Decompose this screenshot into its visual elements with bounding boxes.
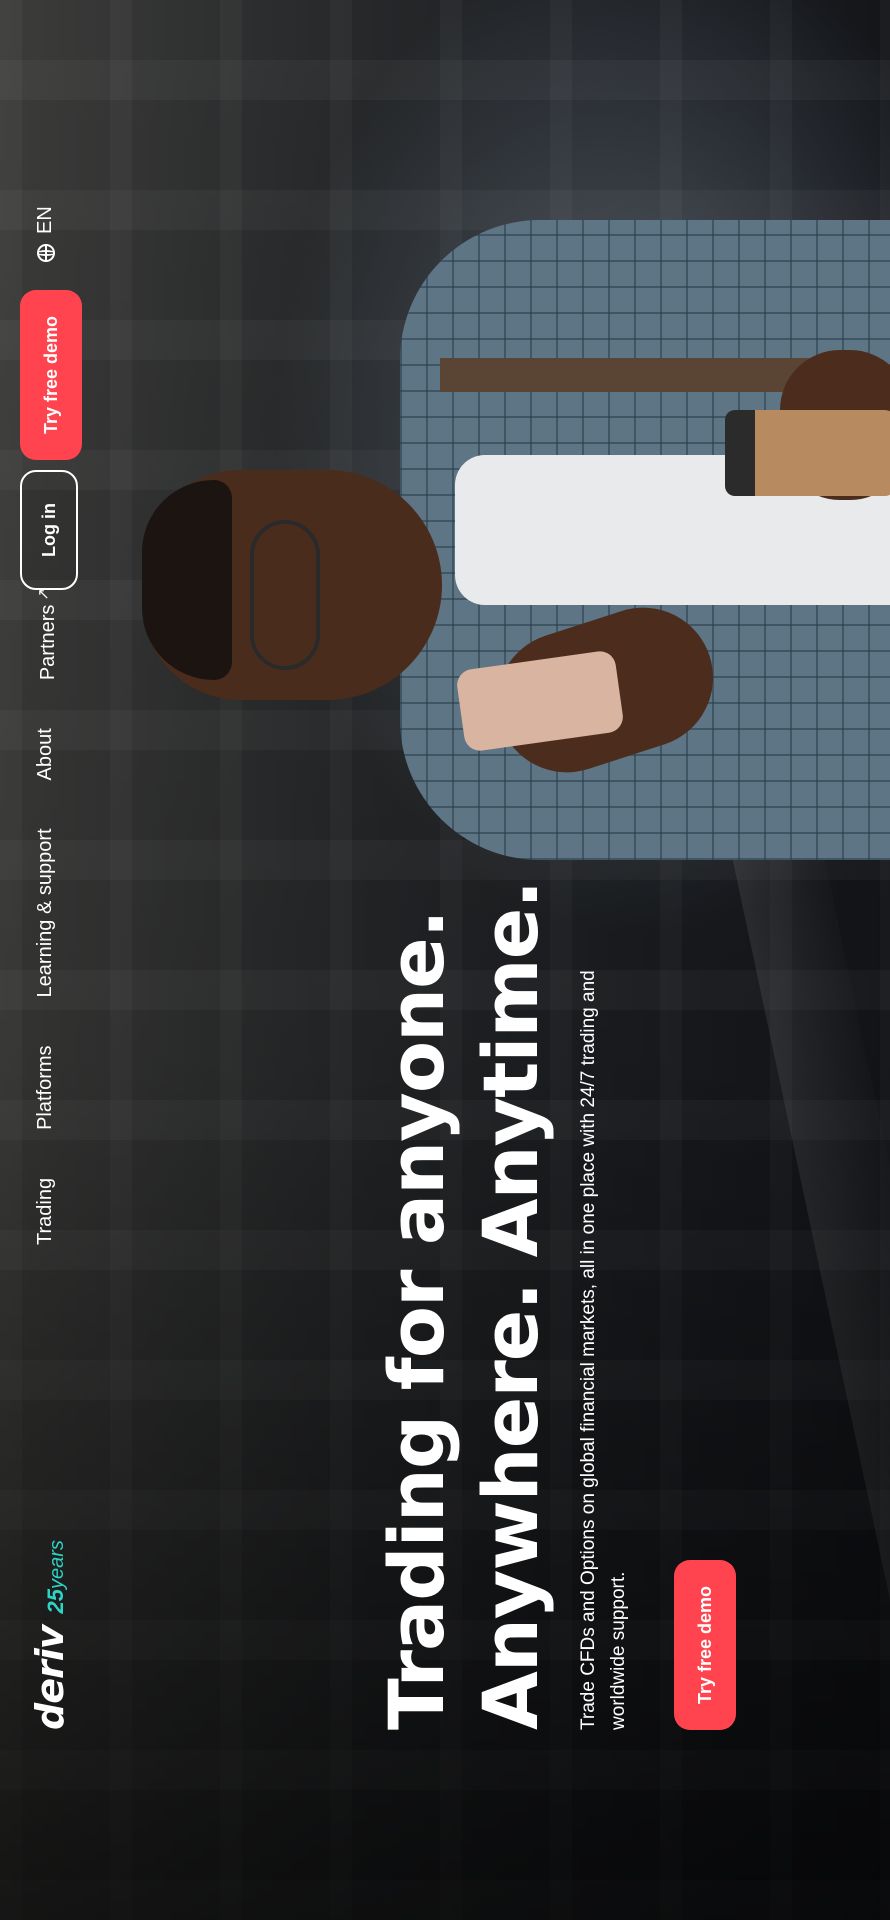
logo[interactable]: deriv 25years xyxy=(28,1540,72,1730)
page: deriv 25years Trading Platforms Learning… xyxy=(0,0,890,1920)
globe-icon xyxy=(36,244,55,262)
nav-partners-label: Partners xyxy=(37,604,59,681)
nav-platforms[interactable]: Platforms xyxy=(34,1045,60,1129)
main-nav: Trading Platforms Learning & support Abo… xyxy=(34,588,60,1245)
header-try-free-demo-button[interactable]: Try free demo xyxy=(20,290,82,460)
rotated-site-layer: deriv 25years Trading Platforms Learning… xyxy=(0,0,890,1920)
hero-title-line1: Trading for anyone. xyxy=(372,910,461,1730)
language-selector[interactable]: EN xyxy=(34,206,57,262)
login-button[interactable]: Log in xyxy=(20,470,78,590)
hero-try-free-demo-button[interactable]: Try free demo xyxy=(674,1560,736,1730)
logo-wordmark: deriv xyxy=(28,1625,72,1730)
nav-partners[interactable]: Partners↗ xyxy=(34,588,60,680)
nav-learning-support[interactable]: Learning & support xyxy=(34,828,60,997)
hero-title-line2: Anywhere. Anytime. xyxy=(466,880,555,1730)
anniversary-number: 25 xyxy=(43,1589,68,1614)
hero-section: Trading for anyone. Anywhere. Anytime. T… xyxy=(370,830,634,1730)
hero-description: Trade CFDs and Options on global financi… xyxy=(578,970,629,1730)
anniversary-badge: 25years xyxy=(43,1540,69,1613)
nav-trading[interactable]: Trading xyxy=(34,1178,60,1245)
nav-about[interactable]: About xyxy=(34,728,60,780)
language-label: EN xyxy=(34,206,56,234)
anniversary-word: years xyxy=(46,1540,68,1589)
hero-title: Trading for anyone. Anywhere. Anytime. xyxy=(370,830,558,1730)
